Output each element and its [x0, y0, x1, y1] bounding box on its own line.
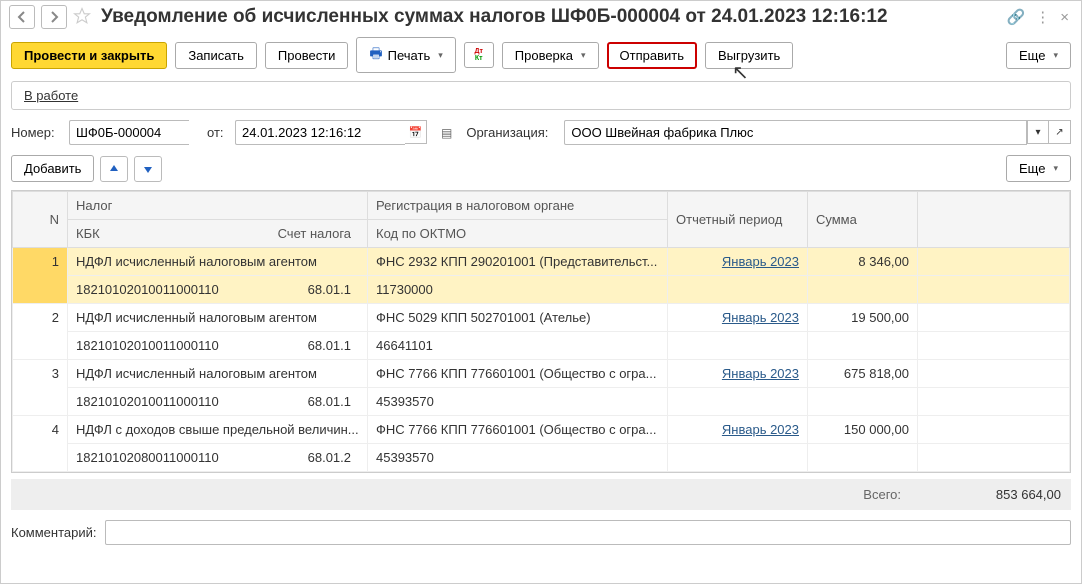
- cell-n: 2: [13, 304, 68, 360]
- number-field[interactable]: [69, 120, 189, 145]
- post-and-close-button[interactable]: Провести и закрыть: [11, 42, 167, 69]
- cell-n: 1: [13, 248, 68, 304]
- cell-kbk[interactable]: 1821010208001100011068.01.2: [68, 444, 368, 472]
- cell-oktmo[interactable]: 45393570: [368, 388, 668, 416]
- header-tax[interactable]: Налог: [68, 192, 368, 220]
- cell-period[interactable]: Январь 2023: [668, 304, 808, 332]
- cell-kbk[interactable]: 1821010201001100011068.01.1: [68, 388, 368, 416]
- cell-registration[interactable]: ФНС 7766 КПП 776601001 (Общество с огра.…: [368, 416, 668, 444]
- header-kbk[interactable]: КБКСчет налога: [68, 220, 368, 248]
- cell-period[interactable]: Январь 2023: [668, 360, 808, 388]
- cell-blank: [918, 360, 1070, 388]
- cell-blank: [918, 248, 1070, 276]
- post-button[interactable]: Провести: [265, 42, 349, 69]
- comment-label: Комментарий:: [11, 525, 97, 540]
- link-icon[interactable]: 🔗: [1007, 8, 1026, 26]
- table-row[interactable]: 4 НДФЛ с доходов свыше предельной величи…: [13, 416, 1070, 444]
- header-oktmo[interactable]: Код по ОКТМО: [368, 220, 668, 248]
- calendar-button[interactable]: 📅: [405, 120, 427, 144]
- cell-kbk[interactable]: 1821010201001100011068.01.1: [68, 276, 368, 304]
- org-open-button[interactable]: ↗: [1049, 120, 1071, 144]
- move-up-button[interactable]: [100, 156, 128, 182]
- cell-tax[interactable]: НДФЛ исчисленный налоговым агентом: [68, 360, 368, 388]
- org-label: Организация:: [466, 125, 556, 140]
- add-row-button[interactable]: Добавить: [11, 155, 94, 182]
- totals-row: Всего: 853 664,00: [11, 479, 1071, 510]
- cell-sum[interactable]: 150 000,00: [808, 416, 918, 444]
- cell-tax[interactable]: НДФЛ с доходов свыше предельной величин.…: [68, 416, 368, 444]
- cell-sum[interactable]: 675 818,00: [808, 360, 918, 388]
- total-value: 853 664,00: [961, 487, 1061, 502]
- table-subrow[interactable]: 1821010208001100011068.01.2 45393570: [13, 444, 1070, 472]
- cell-tax[interactable]: НДФЛ исчисленный налоговым агентом: [68, 248, 368, 276]
- send-button[interactable]: Отправить: [607, 42, 697, 69]
- cell-period[interactable]: Январь 2023: [668, 248, 808, 276]
- table-more-button[interactable]: Еще: [1006, 155, 1071, 182]
- debit-credit-button[interactable]: ДтКт: [464, 42, 494, 68]
- dk-icon: ДтКт: [475, 48, 483, 62]
- cell-sum[interactable]: 19 500,00: [808, 304, 918, 332]
- cell-blank: [918, 304, 1070, 332]
- list-icon[interactable]: ▤: [441, 126, 452, 140]
- date-field[interactable]: [235, 120, 405, 145]
- printer-icon: 🖶: [369, 43, 382, 67]
- table-row[interactable]: 2 НДФЛ исчисленный налоговым агентом ФНС…: [13, 304, 1070, 332]
- kebab-menu-icon[interactable]: ⋮: [1035, 8, 1050, 26]
- cell-sum[interactable]: 8 346,00: [808, 248, 918, 276]
- cell-oktmo[interactable]: 45393570: [368, 444, 668, 472]
- cell-n: 3: [13, 360, 68, 416]
- print-button[interactable]: 🖶Печать: [356, 37, 455, 73]
- header-sum[interactable]: Сумма: [808, 192, 918, 248]
- tax-table: N Налог Регистрация в налоговом органе О…: [11, 190, 1071, 473]
- table-row[interactable]: 3 НДФЛ исчисленный налоговым агентом ФНС…: [13, 360, 1070, 388]
- cell-registration[interactable]: ФНС 2932 КПП 290201001 (Представительст.…: [368, 248, 668, 276]
- header-n[interactable]: N: [13, 192, 68, 248]
- cell-tax[interactable]: НДФЛ исчисленный налоговым агентом: [68, 304, 368, 332]
- header-period[interactable]: Отчетный период: [668, 192, 808, 248]
- cell-kbk[interactable]: 1821010201001100011068.01.1: [68, 332, 368, 360]
- move-down-button[interactable]: [134, 156, 162, 182]
- window-title: Уведомление об исчисленных суммах налого…: [101, 6, 1001, 28]
- status-in-work-link[interactable]: В работе: [24, 88, 78, 103]
- table-subrow[interactable]: 1821010201001100011068.01.1 11730000: [13, 276, 1070, 304]
- cell-registration[interactable]: ФНС 7766 КПП 776601001 (Общество с огра.…: [368, 360, 668, 388]
- write-button[interactable]: Записать: [175, 42, 257, 69]
- more-button[interactable]: Еще: [1006, 42, 1071, 69]
- cell-period[interactable]: Январь 2023: [668, 416, 808, 444]
- favorite-star-icon[interactable]: [73, 7, 91, 28]
- close-icon[interactable]: ×: [1060, 9, 1069, 26]
- forward-button[interactable]: [41, 5, 67, 29]
- cell-n: 4: [13, 416, 68, 472]
- comment-field[interactable]: [105, 520, 1072, 545]
- status-bar: В работе: [11, 81, 1071, 110]
- cell-registration[interactable]: ФНС 5029 КПП 502701001 (Ателье): [368, 304, 668, 332]
- check-button[interactable]: Проверка: [502, 42, 599, 69]
- export-button[interactable]: Выгрузить: [705, 42, 793, 69]
- cell-oktmo[interactable]: 11730000: [368, 276, 668, 304]
- date-label: от:: [207, 125, 227, 140]
- table-row[interactable]: 1 НДФЛ исчисленный налоговым агентом ФНС…: [13, 248, 1070, 276]
- table-subrow[interactable]: 1821010201001100011068.01.1 46641101: [13, 332, 1070, 360]
- cell-blank: [918, 416, 1070, 444]
- total-label: Всего:: [863, 487, 901, 502]
- header-registration[interactable]: Регистрация в налоговом органе: [368, 192, 668, 220]
- back-button[interactable]: [9, 5, 35, 29]
- org-field[interactable]: [564, 120, 1027, 145]
- number-label: Номер:: [11, 125, 61, 140]
- header-blank: [918, 192, 1070, 248]
- table-subrow[interactable]: 1821010201001100011068.01.1 45393570: [13, 388, 1070, 416]
- cell-oktmo[interactable]: 46641101: [368, 332, 668, 360]
- org-dropdown-button[interactable]: ▾: [1027, 120, 1049, 144]
